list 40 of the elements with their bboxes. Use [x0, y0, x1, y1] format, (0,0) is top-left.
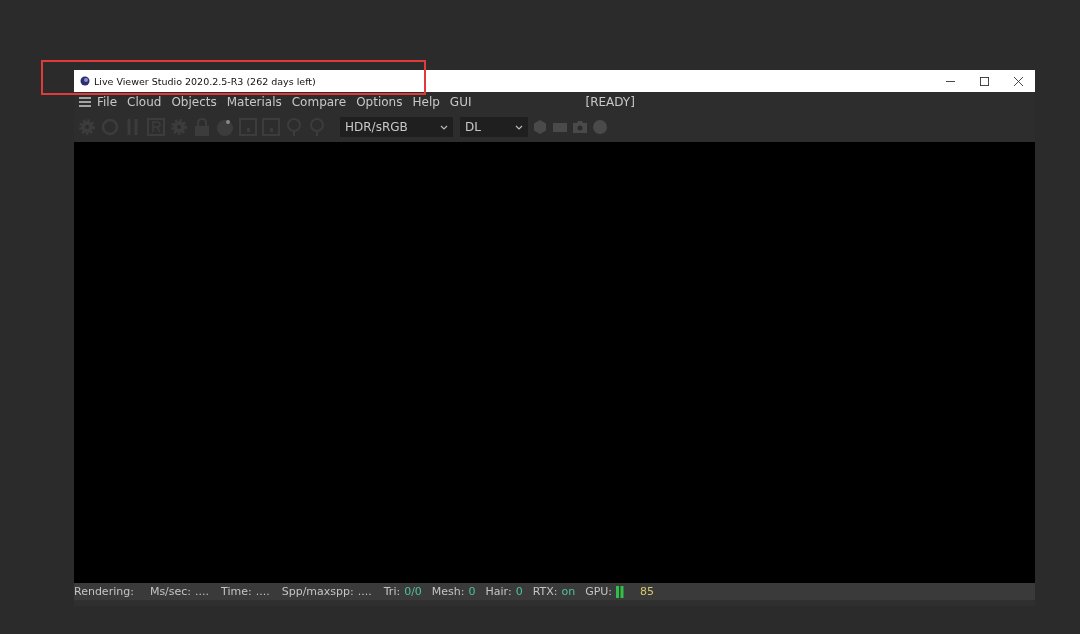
status-label: Rendering:: [74, 585, 134, 598]
status-value: ....: [255, 585, 270, 598]
menu-item[interactable]: Materials: [226, 95, 282, 109]
menu-item[interactable]: Objects: [171, 95, 217, 109]
status-value: on: [561, 585, 576, 598]
status-value: 0: [515, 585, 523, 598]
menu-item[interactable]: Help: [412, 95, 440, 109]
menu-item[interactable]: Cloud: [127, 95, 162, 109]
hexagon-icon[interactable]: [532, 119, 548, 135]
status-value: 85: [640, 585, 655, 598]
window-title: Live Viewer Studio 2020.2.5-R3 (262 days left): [94, 75, 316, 87]
dropdown[interactable]: DL: [460, 117, 528, 137]
status-label: GPU:: [585, 585, 613, 598]
app-logo-icon: [80, 76, 90, 86]
sphere-icon[interactable]: [215, 117, 235, 137]
status-value: 0: [468, 585, 476, 598]
status-text: [READY]: [585, 95, 635, 109]
status-label: RTX:: [532, 585, 558, 598]
chevron-down-icon: [440, 124, 448, 130]
menu-item[interactable]: File: [97, 95, 118, 109]
menu-item[interactable]: Compare: [291, 95, 347, 109]
status-label: Ms/sec:: [149, 585, 192, 598]
status-label: Time:: [221, 585, 252, 598]
status-label: Spp/maxspp:: [281, 585, 354, 598]
status-label: Hair:: [485, 585, 512, 598]
menu-item[interactable]: GUI: [449, 95, 472, 109]
dropdown[interactable]: HDR/sRGB: [340, 117, 453, 137]
chevron-down-icon: [515, 124, 523, 130]
status-value: ....: [357, 585, 372, 598]
camera-icon[interactable]: [572, 119, 588, 135]
status-value: ....: [195, 585, 210, 598]
menu-icon[interactable]: [79, 97, 91, 107]
status-value: 0/0: [404, 585, 422, 598]
gpu-meter-icon: [616, 585, 625, 598]
menu-item[interactable]: Options: [356, 95, 403, 109]
maximize-icon: [979, 76, 989, 86]
status-label: Mesh:: [431, 585, 465, 598]
circle-icon[interactable]: [592, 119, 608, 135]
close-icon: [1013, 76, 1023, 86]
status-label: Tri:: [383, 585, 401, 598]
